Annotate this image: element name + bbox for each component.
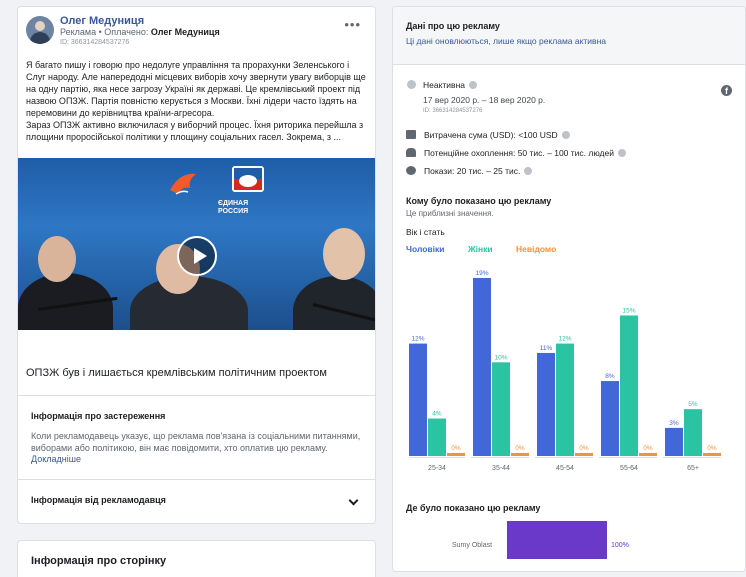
bar-65+-0[interactable] [665,427,683,456]
impressions: Покази: 20 тис. – 25 тис. [406,166,533,176]
party-logo-text: ЄДИНАЯ РОССИЯ [218,200,249,215]
ad-body-text: Я багато пишу і говорю про недолуге упра… [26,59,371,143]
wallet-icon [406,130,416,139]
age-tick-label: 55-64 [620,465,638,472]
bar-35-44-2[interactable] [511,453,529,456]
paid-by-prefix: Оплачено: [104,27,149,37]
bar-55-64-0[interactable] [601,381,619,456]
bar-value-label: 0% [707,445,717,452]
chevron-down-icon[interactable] [348,495,359,506]
ad-video[interactable]: ЄДИНАЯ РОССИЯ [18,158,375,330]
advertiser-info-toggle[interactable]: Інформація від рекламодавця [31,495,166,505]
region-bar [507,521,607,559]
region-percent: 100% [611,542,629,549]
location-title: Де було показано цю рекламу [406,503,541,513]
ad-data-card: Дані про цю рекламу Ці дані оновлюються,… [392,6,746,572]
ad-data-subtitle: Ці дані оновлюються, лише якщо реклама а… [406,36,606,46]
potential-reach: Потенційне охоплення: 50 тис. – 100 тис.… [406,148,626,158]
bar-value-label: 0% [451,445,461,452]
bar-value-label: 11% [540,345,553,352]
bar-value-label: 4% [432,411,442,418]
ad-id: ID: 366314284537276 [60,39,130,46]
axis-line [599,457,657,458]
page-avatar[interactable] [26,16,54,44]
ad-text-paragraph-1: Я багато пишу і говорю про недолуге упра… [26,60,366,118]
audience-title: Кому було показано цю рекламу [406,196,552,206]
bar-value-label: 0% [643,445,653,452]
eye-icon [406,166,416,175]
age-gender-bar-chart: 12% 4% 0% 25-34 19% 10% 0% 35-44 11% 12% 0% 45-54 8%… [409,270,721,472]
axis-line [663,457,721,458]
bar-65+-1[interactable] [684,409,702,456]
age-tick-label: 45-54 [556,465,574,472]
bar-value-label: 8% [605,373,615,380]
audience-subtitle: Це приблизні значення. [406,209,494,218]
info-icon[interactable] [469,81,477,89]
axis-line [535,457,593,458]
bar-55-64-2[interactable] [639,453,657,456]
facebook-icon: f [721,85,732,96]
bar-25-34-0[interactable] [409,343,427,456]
bar-55-64-1[interactable] [620,315,638,456]
bar-35-44-1[interactable] [492,362,510,456]
ad-id: ID: 366314284537276 [423,108,483,114]
info-icon[interactable] [617,149,626,157]
divider [18,479,375,480]
person-right-head [323,228,365,280]
age-gender-title: Вік і стать [406,227,445,237]
age-tick-label: 35-44 [492,465,510,472]
page-info-title: Інформація про сторінку [31,555,167,567]
person-left-head [38,236,76,282]
bar-25-34-2[interactable] [447,453,465,456]
info-icon[interactable] [561,131,570,139]
ad-preview-card: Олег Медуниця Реклама • Оплачено: Олег М… [17,6,376,524]
divider [18,395,375,396]
ad-text-paragraph-2: Зараз ОПЗЖ активно включилася у виборчий… [26,120,364,142]
axis-line [409,457,465,458]
ad-data-title: Дані про цю рекламу [406,21,500,31]
legend-female[interactable]: Жінки [468,244,493,254]
bar-value-label: 12% [411,336,424,343]
page-name-link[interactable]: Олег Медуниця [60,15,144,27]
run-dates: 17 вер 2020 р. – 18 вер 2020 р. [423,95,546,105]
region-label: Sumy Oblast [452,542,493,549]
learn-more-link[interactable]: Докладніше [31,454,81,464]
bar-25-34-1[interactable] [428,418,446,456]
bar-value-label: 0% [515,445,525,452]
info-icon[interactable] [524,167,533,175]
bar-45-54-2[interactable] [575,453,593,456]
disclaimer-text: Коли рекламодавець указує, що реклама по… [31,431,361,466]
bar-value-label: 12% [558,336,571,343]
ad-headline[interactable]: ОПЗЖ був і лишається кремлівським політи… [26,367,327,379]
bar-value-label: 15% [622,307,635,314]
age-tick-label: 25-34 [428,465,446,472]
page-info-card: Інформація про сторінку [17,540,376,577]
bar-value-label: 5% [688,401,698,408]
bar-value-label: 19% [475,270,488,277]
dove-logo-icon [170,173,196,195]
sponsored-line: Реклама • Оплачено: Олег Медуниця [60,27,220,37]
disclaimer-body: Коли рекламодавець указує, що реклама по… [31,431,361,453]
bar-65+-2[interactable] [703,453,721,456]
legend-unknown[interactable]: Невідомо [516,244,556,254]
paid-by-name: Олег Медуниця [150,27,220,37]
bar-value-label: 3% [669,420,679,427]
inactive-status-icon [407,80,416,89]
age-tick-label: 65+ [687,465,699,472]
bar-45-54-1[interactable] [556,343,574,456]
sponsored-label: Реклама [60,27,97,37]
status-text: Неактивна [423,80,477,90]
bar-value-label: 0% [579,445,589,452]
legend-male[interactable]: Чоловіки [406,244,445,254]
more-options-icon[interactable]: ••• [344,18,361,31]
amount-spent: Витрачена сума (USD): <100 USD [406,130,570,140]
bar-45-54-0[interactable] [537,352,555,456]
play-button-icon[interactable] [177,236,217,276]
person-right [293,276,375,330]
bar-35-44-0[interactable] [473,278,491,456]
people-icon [406,148,416,157]
bar-value-label: 10% [494,354,507,361]
disclaimer-title: Інформація про застереження [31,411,166,421]
axis-line [471,457,529,458]
